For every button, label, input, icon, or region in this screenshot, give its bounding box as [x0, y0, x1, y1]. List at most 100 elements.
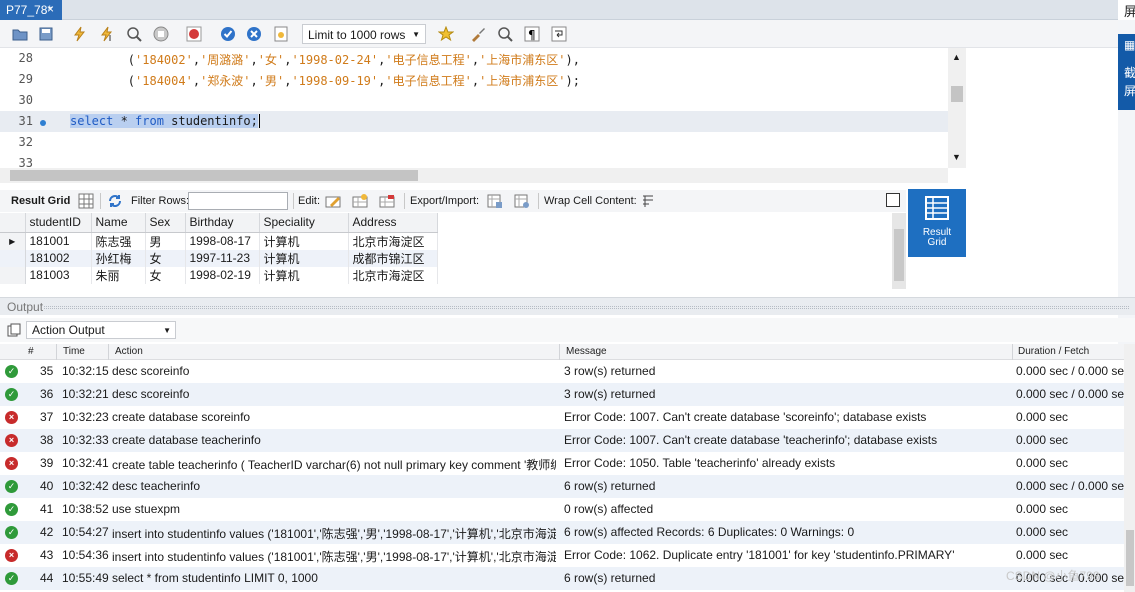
log-col-action[interactable]: Action — [115, 346, 143, 357]
add-bookmark-star-icon[interactable] — [438, 26, 454, 42]
editor-line[interactable]: 33 — [0, 153, 948, 168]
filter-rows-input[interactable] — [188, 192, 288, 210]
right-panel-side-label-2: 屏 — [1124, 84, 1135, 98]
result-grid-scroll-thumb[interactable] — [894, 229, 904, 281]
editor-line[interactable]: 28 ('184002','周潞潞','女','1998-02-24','电子信… — [0, 48, 948, 69]
import-icon[interactable] — [514, 193, 530, 209]
column-header[interactable]: Sex — [145, 213, 186, 233]
execute-cursor-lightning-icon[interactable] — [99, 26, 115, 42]
result-cell[interactable]: 陈志强 — [91, 232, 146, 250]
delete-row-icon[interactable] — [379, 193, 395, 209]
result-cell[interactable]: 计算机 — [259, 232, 349, 250]
tab-query-file[interactable]: P77_78* × — [0, 0, 62, 20]
editor-vertical-scrollbar[interactable]: ▲ ▼ — [948, 48, 966, 168]
invisible-chars-icon[interactable]: ¶ — [524, 26, 540, 42]
sql-editor[interactable]: 28 ('184002','周潞潞','女','1998-02-24','电子信… — [0, 48, 966, 168]
log-col-duration[interactable]: Duration / Fetch — [1018, 346, 1089, 357]
log-row[interactable]: ✓ 35 10:32:15 desc scoreinfo 3 row(s) return… — [0, 360, 1124, 383]
edit-row-icon[interactable] — [325, 193, 341, 209]
log-scroll-thumb[interactable] — [1126, 530, 1134, 586]
column-header[interactable]: Speciality — [259, 213, 349, 233]
log-col-num[interactable]: # — [28, 346, 34, 357]
editor-vscroll-thumb[interactable] — [951, 86, 963, 102]
result-cell[interactable]: 计算机 — [259, 266, 349, 284]
stop-icon[interactable] — [153, 26, 169, 42]
editor-line[interactable]: 30 — [0, 90, 948, 111]
log-scrollbar[interactable] — [1124, 344, 1135, 592]
log-col-time[interactable]: Time — [63, 346, 85, 357]
result-cell[interactable]: 北京市海淀区 — [348, 266, 438, 284]
commit-check-icon[interactable] — [220, 26, 236, 42]
result-cell[interactable]: 男 — [145, 232, 186, 250]
add-row-icon[interactable] — [352, 193, 368, 209]
result-row[interactable]: 181003 朱丽女 1998-02-19 计算机 北京市海淀区 — [0, 266, 438, 284]
result-cell[interactable]: 朱丽 — [91, 266, 146, 284]
result-cell[interactable]: 1998-08-17 — [185, 232, 260, 250]
log-col-message[interactable]: Message — [566, 346, 607, 357]
result-grid[interactable]: studentID Name Sex Birthday Speciality A… — [0, 213, 892, 289]
editor-line[interactable]: 31 select * from studentinfo; — [0, 111, 948, 132]
open-folder-icon[interactable] — [12, 26, 28, 42]
log-row[interactable]: × 39 10:32:41 create table teacherinfo ( Te… — [0, 452, 1124, 475]
row-pointer-icon[interactable]: ▶ — [0, 232, 26, 250]
result-grid-side-button[interactable]: Result Grid — [908, 189, 966, 257]
log-row[interactable]: ✓ 41 10:38:52 use stuexpm 0 row(s) affected 0… — [0, 498, 1124, 521]
toggle-error-icon[interactable] — [186, 26, 202, 42]
editor-hscroll-thumb[interactable] — [10, 170, 418, 181]
log-row[interactable]: ✓ 44 10:55:49 select * from studentinfo LIM… — [0, 567, 1124, 590]
column-header[interactable]: studentID — [25, 213, 92, 233]
log-row[interactable]: × 37 10:32:23 create database scoreinfo Erro… — [0, 406, 1124, 429]
copy-output-icon[interactable] — [7, 323, 21, 337]
export-icon[interactable] — [487, 193, 503, 209]
editor-horizontal-scrollbar[interactable] — [0, 168, 948, 183]
result-grid-scrollbar[interactable] — [892, 213, 906, 289]
log-row[interactable]: ✓ 40 10:32:42 desc teacherinfo 6 row(s) retu… — [0, 475, 1124, 498]
log-action: desc teacherinfo — [112, 479, 201, 493]
refresh-icon[interactable] — [107, 193, 123, 209]
log-row[interactable]: × 43 10:54:36 insert into studentinfo value… — [0, 544, 1124, 567]
panel-drag-handle[interactable] — [44, 306, 1129, 309]
result-cell[interactable]: 181002 — [25, 249, 92, 267]
result-cell[interactable]: 女 — [145, 266, 186, 284]
toggle-panel-icon[interactable] — [886, 193, 900, 207]
wrap-cell-icon[interactable] — [640, 193, 656, 209]
row-marker[interactable] — [0, 249, 26, 267]
column-header[interactable]: Birthday — [185, 213, 260, 233]
row-marker[interactable] — [0, 266, 26, 284]
result-cell[interactable]: 孙红梅 — [91, 249, 146, 267]
editor-line[interactable]: 29 ('184004','郑永波','男','1998-09-19','电子信… — [0, 69, 948, 90]
rollback-x-icon[interactable] — [246, 26, 262, 42]
result-cell[interactable]: 181001 — [25, 232, 92, 250]
result-cell[interactable]: 181003 — [25, 266, 92, 284]
find-icon[interactable] — [497, 26, 513, 42]
execute-lightning-icon[interactable] — [72, 26, 88, 42]
result-cell[interactable]: 计算机 — [259, 249, 349, 267]
log-row[interactable]: ✓ 36 10:32:21 desc scoreinfo 3 row(s) return… — [0, 383, 1124, 406]
column-header[interactable]: Address — [348, 213, 438, 233]
column-header[interactable]: Name — [91, 213, 146, 233]
result-row[interactable]: 181002 孙红梅女 1997-11-23 计算机 成都市锦江区 — [0, 249, 438, 267]
tab-close-icon[interactable]: × — [47, 2, 54, 16]
result-row[interactable]: ▶ 181001 陈志强男 1998-08-17 计算机 北京市海淀区 — [0, 232, 438, 250]
result-cell[interactable]: 1998-02-19 — [185, 266, 260, 284]
wrap-icon[interactable] — [551, 26, 567, 42]
explain-magnifier-icon[interactable] — [126, 26, 142, 42]
save-icon[interactable] — [38, 26, 54, 42]
result-cell[interactable]: 北京市海淀区 — [348, 232, 438, 250]
log-row[interactable]: ✓ 42 10:54:27 insert into studentinfo value… — [0, 521, 1124, 544]
editor-line[interactable]: 32 — [0, 132, 948, 153]
limit-rows-select[interactable]: Limit to 1000 rows ▼ — [302, 24, 426, 44]
line-number: 30 — [18, 93, 33, 107]
result-cell[interactable]: 成都市锦江区 — [348, 249, 438, 267]
scroll-up-icon[interactable]: ▲ — [952, 52, 961, 62]
result-cell[interactable]: 1997-11-23 — [185, 249, 260, 267]
log-duration: 0.000 sec — [1016, 525, 1069, 539]
autocommit-icon[interactable] — [273, 26, 289, 42]
result-cell[interactable]: 女 — [145, 249, 186, 267]
scroll-down-icon[interactable]: ▼ — [952, 152, 961, 162]
grid-layout-icon[interactable] — [78, 193, 94, 209]
log-row[interactable]: × 38 10:32:33 create database teacherinfo Er… — [0, 429, 1124, 452]
beautify-brush-icon[interactable] — [470, 26, 486, 42]
output-type-select[interactable]: Action Output ▼ — [26, 321, 176, 339]
right-panel-blue-strip[interactable]: ▦ 截 屏 — [1118, 34, 1135, 110]
